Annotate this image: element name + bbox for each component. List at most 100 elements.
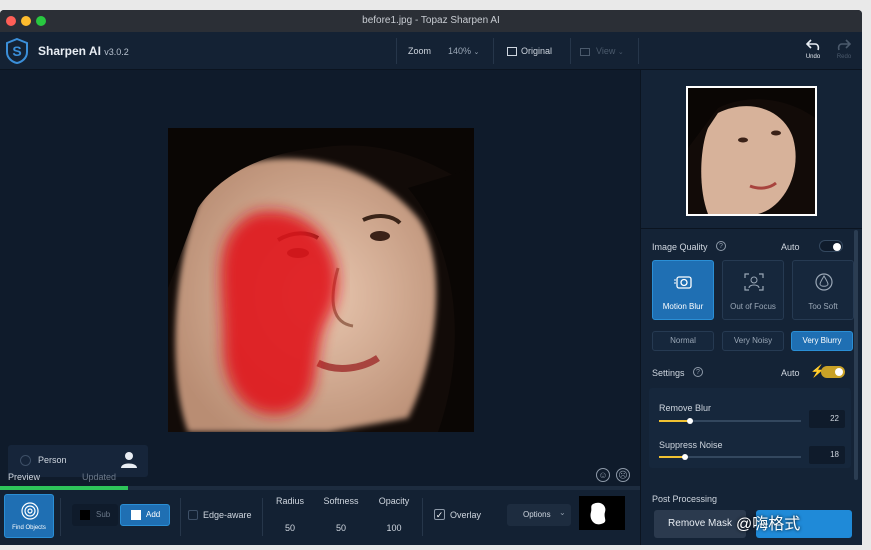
image-quality-auto-toggle[interactable] [819, 240, 843, 252]
opacity-value[interactable]: 100 [374, 523, 414, 533]
help-icon[interactable]: ? [716, 241, 726, 251]
toolbar: S Sharpen AI v3.0.2 Zoom 140% ⌄ Original… [0, 32, 862, 70]
mode-out-of-focus[interactable]: Out of Focus [722, 260, 784, 320]
redo-button[interactable]: Redo [833, 38, 855, 60]
suppress-noise-value[interactable]: 18 [809, 446, 845, 464]
softness-label: Softness [323, 496, 359, 506]
edge-aware-checkbox[interactable] [188, 510, 198, 520]
mode-motion-blur[interactable]: Motion Blur [652, 260, 714, 320]
minimize-window-icon[interactable] [21, 16, 31, 26]
navigator-thumbnail[interactable] [686, 86, 817, 216]
find-objects-button[interactable]: Find Objects [4, 494, 54, 538]
view-label: View [596, 46, 616, 56]
preview-tabs: Preview Updated ☺ ☹ [0, 468, 640, 490]
remove-blur-value[interactable]: 22 [809, 410, 845, 428]
chevron-down-icon: ⌄ [473, 49, 480, 56]
zoom-select[interactable]: 140% ⌄ [448, 32, 479, 70]
chevron-down-icon: ⌄ [559, 508, 566, 517]
mode-label: Out of Focus [730, 302, 776, 311]
remove-mask-button[interactable]: Remove Mask [654, 510, 746, 538]
panel-scrollbar[interactable] [854, 230, 858, 480]
redo-icon [837, 39, 852, 51]
toggle-knob [833, 243, 841, 251]
settings-auto-label: Auto [781, 368, 800, 378]
options-select[interactable]: Options ⌄ [507, 504, 571, 526]
find-objects-label: Find Objects [12, 525, 46, 531]
add-button[interactable]: Add [120, 504, 170, 526]
image-quality-heading: Image Quality [652, 242, 708, 252]
original-label: Original [521, 46, 553, 56]
mode-too-soft[interactable]: Too Soft [792, 260, 854, 320]
zoom-label: Zoom [408, 46, 432, 56]
suppress-noise-knob[interactable] [681, 454, 688, 460]
divider [638, 38, 639, 64]
app-version: v3.0.2 [104, 47, 129, 57]
panel-divider [641, 228, 862, 229]
zoom-window-icon[interactable] [36, 16, 46, 26]
radius-label: Radius [275, 496, 304, 506]
photo-with-mask[interactable] [168, 128, 474, 432]
edge-aware-label: Edge-aware [203, 510, 252, 520]
fingerprint-icon [21, 502, 39, 520]
motion-blur-icon [674, 276, 692, 289]
mode-label: Motion Blur [662, 302, 704, 311]
sub-label: Sub [96, 510, 111, 519]
remove-mask-label: Remove Mask [668, 518, 732, 529]
level-very-blurry[interactable]: Very Blurry [791, 331, 853, 351]
close-window-icon[interactable] [6, 16, 16, 26]
undo-button[interactable]: Undo [802, 38, 824, 60]
svg-text:S: S [12, 43, 21, 59]
suppress-noise-label: Suppress Noise [659, 440, 723, 450]
divider [180, 498, 181, 536]
watermark-text: @嗨格式 [736, 516, 801, 533]
frown-icon[interactable]: ☹ [616, 468, 630, 482]
smile-icon[interactable]: ☺ [596, 468, 610, 482]
divider [396, 38, 397, 64]
toggle-knob [835, 368, 843, 376]
divider [422, 498, 423, 536]
help-icon[interactable]: ? [693, 367, 703, 377]
settings-heading: Settings [652, 368, 685, 378]
level-very-noisy[interactable]: Very Noisy [722, 331, 784, 351]
undo-icon [805, 39, 820, 51]
tab-preview[interactable]: Preview [8, 472, 40, 482]
remove-blur-label: Remove Blur [659, 403, 712, 413]
sub-button[interactable]: Sub [72, 504, 118, 526]
mask-thumbnail[interactable] [579, 496, 625, 530]
undo-label: Undo [805, 54, 821, 60]
divider [493, 38, 494, 64]
person-icon [121, 452, 137, 468]
window-title: before1.jpg - Topaz Sharpen AI [362, 15, 500, 26]
tab-updated[interactable]: Updated [82, 472, 116, 482]
app-brand: Sharpen AI v3.0.2 [38, 44, 129, 58]
mask-toolbar: Find Objects Sub Add Edge-aware Radius 5… [0, 490, 640, 545]
person-radio[interactable] [20, 455, 31, 466]
add-label: Add [146, 510, 161, 519]
add-swatch [131, 510, 141, 520]
overlay-checkbox[interactable]: ✓ [434, 509, 445, 520]
radius-value[interactable]: 50 [270, 523, 310, 533]
settings-auto-toggle[interactable] [821, 366, 845, 378]
level-normal[interactable]: Normal [652, 331, 714, 351]
view-select[interactable]: View ⌄ [580, 32, 624, 70]
mask-blob-icon [590, 502, 606, 525]
out-of-focus-icon [744, 273, 764, 291]
too-soft-icon [815, 273, 833, 291]
app-name: Sharpen AI [38, 44, 101, 58]
softness-value[interactable]: 50 [321, 523, 361, 533]
navigator-image [688, 88, 815, 214]
overlay-label: Overlay [450, 510, 482, 520]
remove-blur-fill [659, 420, 691, 422]
post-processing-heading: Post Processing [652, 494, 718, 504]
image-quality-auto-label: Auto [781, 242, 800, 252]
app-window: before1.jpg - Topaz Sharpen AI S Sharpen… [0, 10, 862, 545]
original-button[interactable]: Original [507, 32, 563, 70]
sub-swatch [80, 510, 90, 520]
redo-label: Redo [836, 54, 852, 60]
divider [262, 498, 263, 536]
person-label: Person [38, 455, 67, 465]
remove-blur-knob[interactable] [687, 418, 694, 424]
zoom-value: 140% [448, 46, 472, 56]
watermark: @嗨格式 [736, 510, 800, 534]
image-canvas[interactable]: Person Preview Updated ☺ ☹ [0, 70, 640, 490]
